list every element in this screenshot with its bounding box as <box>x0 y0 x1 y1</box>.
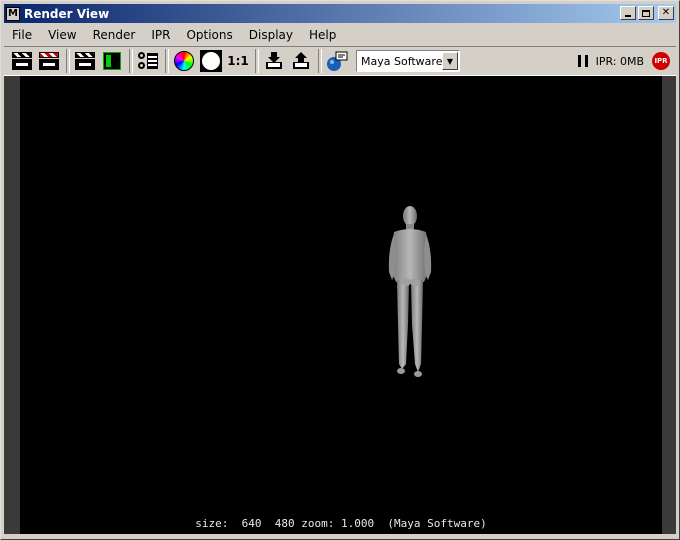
title-bar[interactable]: M Render View ✕ <box>4 4 676 23</box>
render-region-button[interactable] <box>37 49 61 73</box>
maximize-button[interactable] <box>638 6 654 20</box>
menu-file[interactable]: File <box>4 28 40 42</box>
render-globals-button[interactable] <box>325 49 349 73</box>
toolbar-separator <box>129 49 133 73</box>
close-button[interactable]: ✕ <box>658 6 674 20</box>
ipr-memory-label: IPR: 0MB <box>595 54 644 68</box>
renderer-dropdown[interactable]: Maya Software ▼ <box>356 50 460 72</box>
refresh-ipr-icon <box>103 52 121 70</box>
toolbar-separator <box>165 49 169 73</box>
ipr-render-icon <box>75 52 95 70</box>
menu-view[interactable]: View <box>40 28 84 42</box>
rendered-human-figure <box>388 206 432 377</box>
render-status-text: size: 640 480 zoom: 1.000 (Maya Software… <box>195 517 487 530</box>
renderer-value: Maya Software <box>361 54 443 68</box>
window-controls: ✕ <box>620 6 674 20</box>
stop-ipr-icon[interactable]: IPR <box>652 52 670 70</box>
rgb-channel-button[interactable] <box>172 49 196 73</box>
minimize-icon <box>625 15 631 17</box>
ipr-status-area: IPR: 0MB IPR <box>577 50 670 72</box>
toolbar: 1:1 Maya Software ▼ IPR: 0MB IPR <box>4 46 676 76</box>
window-title: Render View <box>24 6 110 21</box>
remove-image-icon <box>293 52 309 69</box>
menu-render[interactable]: Render <box>85 28 144 42</box>
menu-options[interactable]: Options <box>178 28 240 42</box>
alpha-channel-button[interactable] <box>199 49 223 73</box>
toolbar-separator <box>318 49 322 73</box>
keep-image-button[interactable] <box>262 49 286 73</box>
minimize-button[interactable] <box>620 6 636 20</box>
toolbar-separator <box>66 49 70 73</box>
maya-app-icon[interactable]: M <box>6 6 20 21</box>
render-region-icon <box>39 52 59 70</box>
refresh-ipr-button[interactable] <box>100 49 124 73</box>
close-icon: ✕ <box>661 7 671 18</box>
alpha-channel-icon <box>200 50 222 72</box>
render-globals-icon <box>327 51 348 71</box>
chevron-down-icon[interactable]: ▼ <box>442 52 458 70</box>
remove-image-button[interactable] <box>289 49 313 73</box>
keep-image-icon <box>266 52 282 69</box>
render-view-window: M Render View ✕ File View Render IPR Opt… <box>0 0 680 540</box>
render-settings-icon <box>138 51 158 71</box>
menu-display[interactable]: Display <box>241 28 301 42</box>
redo-render-button[interactable] <box>10 49 34 73</box>
toolbar-separator <box>255 49 259 73</box>
menu-help[interactable]: Help <box>301 28 344 42</box>
pause-icon[interactable] <box>577 55 588 67</box>
render-settings-button[interactable] <box>136 49 160 73</box>
menu-bar: File View Render IPR Options Display Hel… <box>4 25 676 45</box>
ipr-render-button[interactable] <box>73 49 97 73</box>
rgb-channel-icon <box>174 51 194 71</box>
redo-render-icon <box>12 52 32 70</box>
menu-ipr[interactable]: IPR <box>143 28 178 42</box>
real-size-button[interactable]: 1:1 <box>226 49 250 73</box>
render-viewport[interactable]: size: 640 480 zoom: 1.000 (Maya Software… <box>4 76 676 534</box>
maximize-icon <box>642 9 650 17</box>
